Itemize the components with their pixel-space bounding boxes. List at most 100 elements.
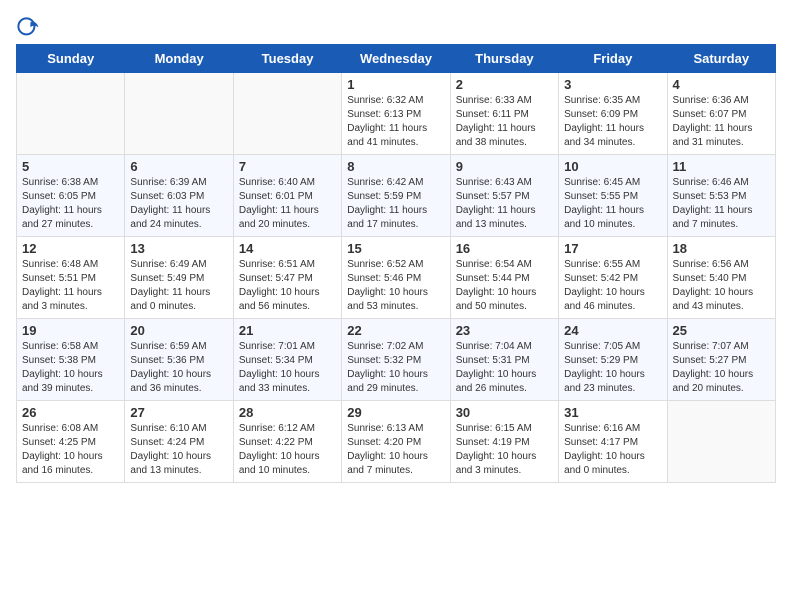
weekday-header: Monday: [125, 45, 233, 73]
weekday-header: Saturday: [667, 45, 775, 73]
calendar-table: SundayMondayTuesdayWednesdayThursdayFrid…: [16, 44, 776, 483]
day-info: Sunrise: 6:35 AM Sunset: 6:09 PM Dayligh…: [564, 94, 661, 150]
calendar-cell: 19 Sunrise: 6:58 AM Sunset: 5:38 PM Dayli…: [17, 319, 125, 401]
day-number: 26: [22, 405, 119, 420]
calendar-cell: 3 Sunrise: 6:35 AM Sunset: 6:09 PM Daylig…: [559, 73, 667, 155]
calendar-cell: 12 Sunrise: 6:48 AM Sunset: 5:51 PM Dayli…: [17, 237, 125, 319]
day-info: Sunrise: 6:42 AM Sunset: 5:59 PM Dayligh…: [347, 176, 444, 232]
logo: [16, 16, 42, 40]
day-info: Sunrise: 6:39 AM Sunset: 6:03 PM Dayligh…: [130, 176, 227, 232]
day-number: 14: [239, 241, 336, 256]
calendar-cell: [125, 73, 233, 155]
day-info: Sunrise: 6:40 AM Sunset: 6:01 PM Dayligh…: [239, 176, 336, 232]
day-info: Sunrise: 7:02 AM Sunset: 5:32 PM Dayligh…: [347, 340, 444, 396]
calendar-cell: 25 Sunrise: 7:07 AM Sunset: 5:27 PM Dayli…: [667, 319, 775, 401]
day-info: Sunrise: 6:33 AM Sunset: 6:11 PM Dayligh…: [456, 94, 553, 150]
day-number: 16: [456, 241, 553, 256]
calendar-week-row: 12 Sunrise: 6:48 AM Sunset: 5:51 PM Dayli…: [17, 237, 776, 319]
day-number: 21: [239, 323, 336, 338]
day-info: Sunrise: 6:15 AM Sunset: 4:19 PM Dayligh…: [456, 422, 553, 478]
day-info: Sunrise: 6:49 AM Sunset: 5:49 PM Dayligh…: [130, 258, 227, 314]
calendar-cell: 15 Sunrise: 6:52 AM Sunset: 5:46 PM Dayli…: [342, 237, 450, 319]
day-number: 27: [130, 405, 227, 420]
day-info: Sunrise: 6:38 AM Sunset: 6:05 PM Dayligh…: [22, 176, 119, 232]
day-info: Sunrise: 6:48 AM Sunset: 5:51 PM Dayligh…: [22, 258, 119, 314]
day-number: 20: [130, 323, 227, 338]
calendar-cell: 5 Sunrise: 6:38 AM Sunset: 6:05 PM Daylig…: [17, 155, 125, 237]
day-info: Sunrise: 6:55 AM Sunset: 5:42 PM Dayligh…: [564, 258, 661, 314]
day-number: 5: [22, 159, 119, 174]
day-number: 3: [564, 77, 661, 92]
weekday-header: Thursday: [450, 45, 558, 73]
calendar-cell: 27 Sunrise: 6:10 AM Sunset: 4:24 PM Dayli…: [125, 401, 233, 483]
day-number: 10: [564, 159, 661, 174]
weekday-header-row: SundayMondayTuesdayWednesdayThursdayFrid…: [17, 45, 776, 73]
calendar-cell: 18 Sunrise: 6:56 AM Sunset: 5:40 PM Dayli…: [667, 237, 775, 319]
day-number: 30: [456, 405, 553, 420]
day-info: Sunrise: 7:04 AM Sunset: 5:31 PM Dayligh…: [456, 340, 553, 396]
page-header: [16, 16, 776, 40]
logo-icon: [16, 16, 40, 40]
day-number: 25: [673, 323, 770, 338]
day-info: Sunrise: 6:10 AM Sunset: 4:24 PM Dayligh…: [130, 422, 227, 478]
calendar-week-row: 26Sunrise: 6:08 AM Sunset: 4:25 PM Dayli…: [17, 401, 776, 483]
day-number: 19: [22, 323, 119, 338]
day-number: 8: [347, 159, 444, 174]
day-info: Sunrise: 6:54 AM Sunset: 5:44 PM Dayligh…: [456, 258, 553, 314]
day-info: Sunrise: 6:45 AM Sunset: 5:55 PM Dayligh…: [564, 176, 661, 232]
calendar-cell: 26Sunrise: 6:08 AM Sunset: 4:25 PM Dayli…: [17, 401, 125, 483]
calendar-week-row: 19 Sunrise: 6:58 AM Sunset: 5:38 PM Dayli…: [17, 319, 776, 401]
day-info: Sunrise: 7:01 AM Sunset: 5:34 PM Dayligh…: [239, 340, 336, 396]
weekday-header: Sunday: [17, 45, 125, 73]
day-info: Sunrise: 6:16 AM Sunset: 4:17 PM Dayligh…: [564, 422, 661, 478]
day-number: 1: [347, 77, 444, 92]
day-info: Sunrise: 7:07 AM Sunset: 5:27 PM Dayligh…: [673, 340, 770, 396]
weekday-header: Tuesday: [233, 45, 341, 73]
day-number: 12: [22, 241, 119, 256]
calendar-cell: 16 Sunrise: 6:54 AM Sunset: 5:44 PM Dayli…: [450, 237, 558, 319]
day-number: 11: [673, 159, 770, 174]
day-number: 31: [564, 405, 661, 420]
day-info: Sunrise: 6:13 AM Sunset: 4:20 PM Dayligh…: [347, 422, 444, 478]
day-number: 15: [347, 241, 444, 256]
day-number: 23: [456, 323, 553, 338]
day-info: Sunrise: 6:56 AM Sunset: 5:40 PM Dayligh…: [673, 258, 770, 314]
calendar-cell: 2 Sunrise: 6:33 AM Sunset: 6:11 PM Daylig…: [450, 73, 558, 155]
calendar-cell: 9Sunrise: 6:43 AM Sunset: 5:57 PM Daylig…: [450, 155, 558, 237]
calendar-cell: 11Sunrise: 6:46 AM Sunset: 5:53 PM Dayli…: [667, 155, 775, 237]
calendar-cell: 1 Sunrise: 6:32 AM Sunset: 6:13 PM Daylig…: [342, 73, 450, 155]
day-info: Sunrise: 6:52 AM Sunset: 5:46 PM Dayligh…: [347, 258, 444, 314]
calendar-cell: 21 Sunrise: 7:01 AM Sunset: 5:34 PM Dayli…: [233, 319, 341, 401]
calendar-week-row: 1 Sunrise: 6:32 AM Sunset: 6:13 PM Daylig…: [17, 73, 776, 155]
calendar-cell: 6Sunrise: 6:39 AM Sunset: 6:03 PM Daylig…: [125, 155, 233, 237]
day-number: 13: [130, 241, 227, 256]
day-number: 2: [456, 77, 553, 92]
calendar-cell: 20 Sunrise: 6:59 AM Sunset: 5:36 PM Dayli…: [125, 319, 233, 401]
calendar-cell: 22 Sunrise: 7:02 AM Sunset: 5:32 PM Dayli…: [342, 319, 450, 401]
calendar-cell: [17, 73, 125, 155]
day-info: Sunrise: 6:51 AM Sunset: 5:47 PM Dayligh…: [239, 258, 336, 314]
day-number: 22: [347, 323, 444, 338]
day-info: Sunrise: 6:32 AM Sunset: 6:13 PM Dayligh…: [347, 94, 444, 150]
day-info: Sunrise: 6:59 AM Sunset: 5:36 PM Dayligh…: [130, 340, 227, 396]
calendar-cell: 30 Sunrise: 6:15 AM Sunset: 4:19 PM Dayli…: [450, 401, 558, 483]
day-number: 24: [564, 323, 661, 338]
day-number: 7: [239, 159, 336, 174]
calendar-cell: 8 Sunrise: 6:42 AM Sunset: 5:59 PM Daylig…: [342, 155, 450, 237]
calendar-cell: 14 Sunrise: 6:51 AM Sunset: 5:47 PM Dayli…: [233, 237, 341, 319]
calendar-cell: [233, 73, 341, 155]
calendar-cell: 7 Sunrise: 6:40 AM Sunset: 6:01 PM Daylig…: [233, 155, 341, 237]
day-info: Sunrise: 6:36 AM Sunset: 6:07 PM Dayligh…: [673, 94, 770, 150]
calendar-cell: 29Sunrise: 6:13 AM Sunset: 4:20 PM Dayli…: [342, 401, 450, 483]
calendar-cell: 10 Sunrise: 6:45 AM Sunset: 5:55 PM Dayli…: [559, 155, 667, 237]
weekday-header: Friday: [559, 45, 667, 73]
day-info: Sunrise: 6:12 AM Sunset: 4:22 PM Dayligh…: [239, 422, 336, 478]
calendar-cell: 28 Sunrise: 6:12 AM Sunset: 4:22 PM Dayli…: [233, 401, 341, 483]
calendar-cell: 17Sunrise: 6:55 AM Sunset: 5:42 PM Dayli…: [559, 237, 667, 319]
calendar-cell: 4Sunrise: 6:36 AM Sunset: 6:07 PM Daylig…: [667, 73, 775, 155]
day-number: 28: [239, 405, 336, 420]
calendar-cell: 13 Sunrise: 6:49 AM Sunset: 5:49 PM Dayli…: [125, 237, 233, 319]
day-info: Sunrise: 6:43 AM Sunset: 5:57 PM Dayligh…: [456, 176, 553, 232]
day-info: Sunrise: 6:58 AM Sunset: 5:38 PM Dayligh…: [22, 340, 119, 396]
day-number: 18: [673, 241, 770, 256]
